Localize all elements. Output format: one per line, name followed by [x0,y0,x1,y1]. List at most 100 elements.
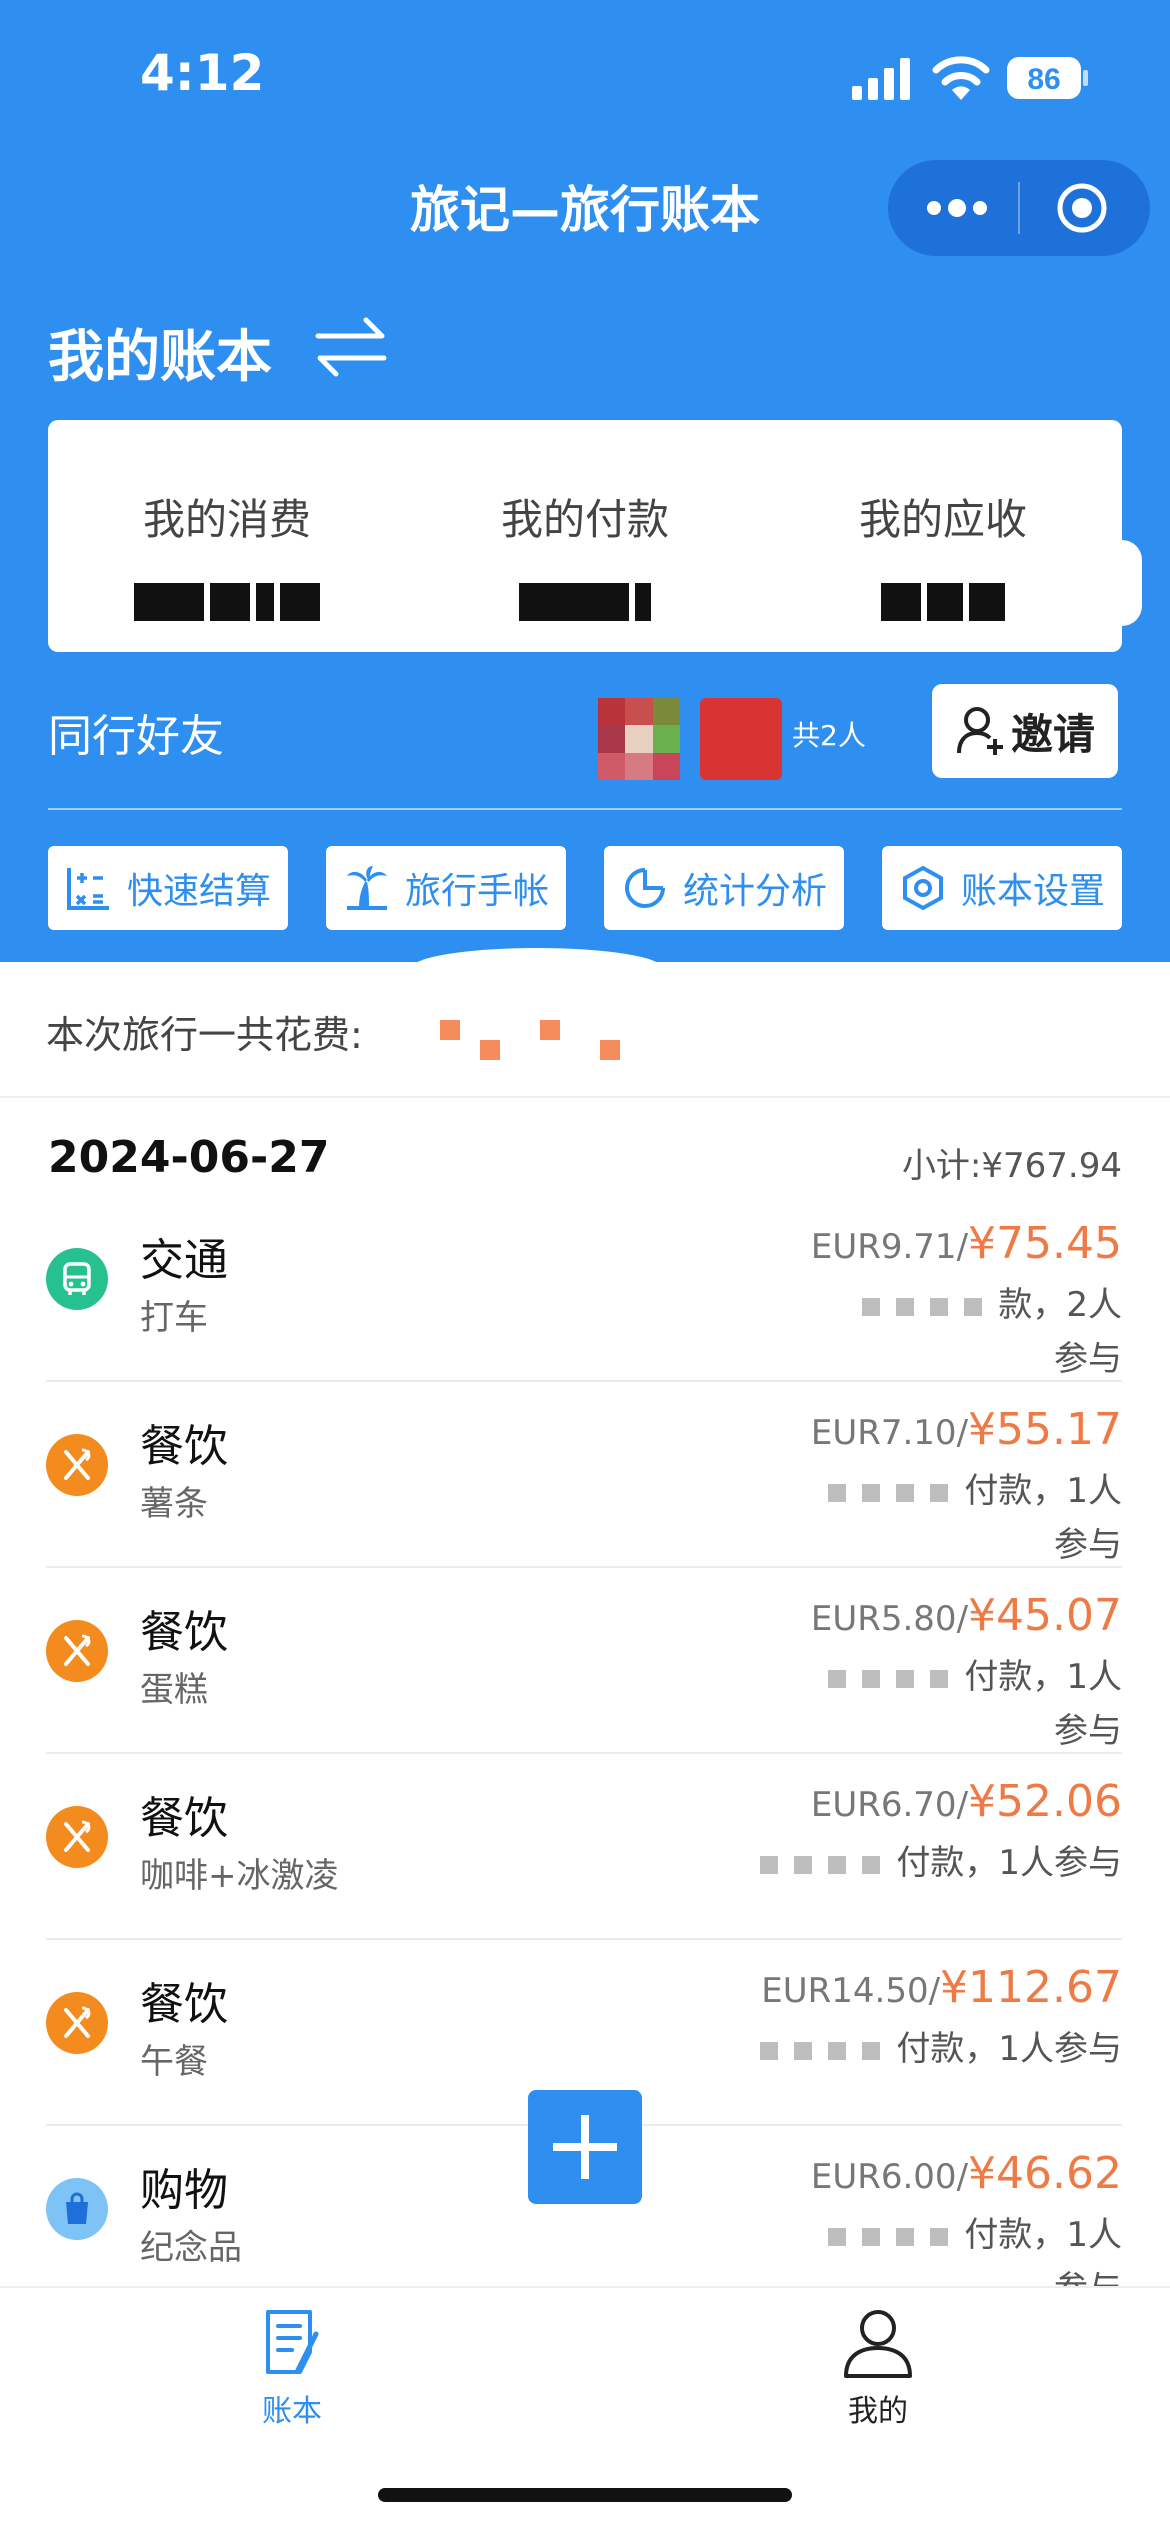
amount-cny: ¥52.06 [968,1776,1122,1827]
companions-count: 共2人 [792,719,866,752]
trip-total-redacted [440,1020,460,1040]
payment-info-text-2: 参与 [1054,1525,1122,1565]
amount-eur: EUR14.50 [761,1971,929,2011]
quick-settle-button[interactable]: 快速结算 [48,846,288,930]
transaction-amount: EUR9.71/¥75.45 [811,1218,1122,1269]
avatar[interactable] [700,698,782,780]
ledger-title: 我的账本 [48,325,272,390]
payer-redacted [862,1285,998,1325]
transaction-amount: EUR6.70/¥52.06 [811,1776,1122,1827]
tab-mine-label: 我的 [848,2394,908,2429]
add-expense-button[interactable] [528,2090,642,2204]
payment-info-text: 款，2人 [998,1285,1122,1325]
avatar[interactable] [598,698,680,780]
invite-label: 邀请 [1010,709,1095,759]
trip-total-label: 本次旅行一共花费: [46,1013,363,1057]
pull-tab-decoration [412,948,662,988]
payer-redacted [828,1657,964,1697]
amount-cny: ¥112.67 [940,1962,1122,2013]
header-divider [48,808,1122,810]
transaction-amount: EUR6.00/¥46.62 [811,2148,1122,2199]
transaction-amount: EUR7.10/¥55.17 [811,1404,1122,1455]
invite-button[interactable]: 邀请 [932,684,1118,778]
payment-info-text: 付款，1人 [964,1657,1122,1697]
wifi-icon [932,56,990,100]
payment-info: 款，2人 参与 [662,1278,1122,1386]
payment-info-text-2: 参与 [1054,1711,1122,1751]
travel-journal-button[interactable]: 旅行手帐 [326,846,566,930]
utensils-icon [46,1992,108,2054]
summary-card[interactable]: 我的消费 我的付款 我的应收 [48,420,1122,652]
pie-chart-icon [624,868,665,908]
tab-mine[interactable]: 我的 [778,2304,978,2430]
swap-icon[interactable] [314,312,388,382]
transaction-note: 薯条 [140,1484,208,1524]
payer-redacted [760,1843,896,1883]
transaction-category: 餐饮 [140,1421,228,1472]
transaction-note: 打车 [140,1298,208,1338]
trip-total-redacted [480,1040,500,1060]
amount-eur: EUR6.00 [810,2157,957,2197]
transaction-row[interactable]: 交通 打车 EUR9.71/¥75.45 款，2人 参与 [0,1196,1170,1382]
my-receivable: 我的应收 [764,486,1122,623]
day-subtotal: 小计:¥767.94 [901,1146,1122,1186]
amount-eur: EUR6.70 [810,1785,957,1825]
payer-redacted [828,1471,964,1511]
payer-redacted [828,2215,964,2255]
signal-icon [852,58,910,100]
calculator-icon [66,868,109,910]
consumption-label: 我的消费 [142,495,311,544]
transaction-amount: EUR14.50/¥112.67 [761,1962,1122,2013]
payment-info: 付款，1人参与 [662,2022,1122,2076]
receivable-value-redacted [764,583,1122,623]
amount-separator: / [956,1599,969,1639]
utensils-icon [46,1620,108,1682]
plus-icon [553,2115,617,2179]
transaction-category: 购物 [140,2165,228,2216]
transaction-category: 餐饮 [140,1793,228,1844]
payment-info: 付款，1人参与 [662,1650,1122,1758]
transaction-row[interactable]: 餐饮 薯条 EUR7.10/¥55.17 付款，1人 参与 [0,1382,1170,1568]
add-user-icon [956,707,1003,755]
payer-redacted [760,2029,896,2069]
payment-value-redacted [406,583,764,623]
user-profile-icon [844,2310,912,2378]
receivable-label: 我的应收 [858,495,1027,544]
hexagon-settings-icon [902,865,943,911]
tab-ledger[interactable]: 账本 [192,2304,392,2430]
transaction-category: 餐饮 [140,1607,228,1658]
ledger-settings-label: 账本设置 [960,871,1105,912]
trip-total-redacted [600,1040,620,1060]
amount-cny: ¥55.17 [968,1404,1122,1455]
amount-cny: ¥75.45 [968,1218,1122,1269]
statistics-button[interactable]: 统计分析 [604,846,844,930]
palm-tree-icon [346,866,387,910]
payment-info: 付款，1人参与 [662,1464,1122,1572]
utensils-icon [46,1434,108,1496]
statistics-label: 统计分析 [682,871,827,912]
transaction-row[interactable]: 餐饮蛋糕 EUR5.80/¥45.07 付款，1人参与 [0,1568,1170,1754]
transaction-row[interactable]: 餐饮 咖啡+冰激凌 EUR6.70/¥52.06 付款，1人参与 [0,1754,1170,1940]
status-time: 4:12 [140,44,265,102]
consumption-value-redacted [48,583,406,623]
bus-icon [46,1248,108,1310]
quick-settle-label: 快速结算 [126,871,271,912]
transaction-note: 蛋糕 [140,1670,208,1710]
transaction-amount: EUR5.80/¥45.07 [811,1590,1122,1641]
amount-separator: / [928,1971,941,2011]
amount-separator: / [956,2157,969,2197]
payment-info-text: 付款，1人参与 [896,1843,1122,1883]
status-bar: 4:12 86 [0,0,1170,150]
battery-icon: 86 [1007,57,1088,99]
utensils-icon [46,1806,108,1868]
my-payment: 我的付款 [406,486,764,623]
summary-card-notch [1118,540,1142,626]
travel-journal-label: 旅行手帐 [404,871,549,912]
payment-info-text: 付款，1人 [964,2215,1122,2255]
close-target-icon[interactable] [1054,180,1110,236]
ledger-settings-button[interactable]: 账本设置 [882,846,1122,930]
more-icon[interactable] [922,190,992,226]
transaction-note: 纪念品 [140,2228,242,2268]
shopping-bag-icon [46,2178,108,2240]
transaction-category: 餐饮 [140,1979,228,2030]
